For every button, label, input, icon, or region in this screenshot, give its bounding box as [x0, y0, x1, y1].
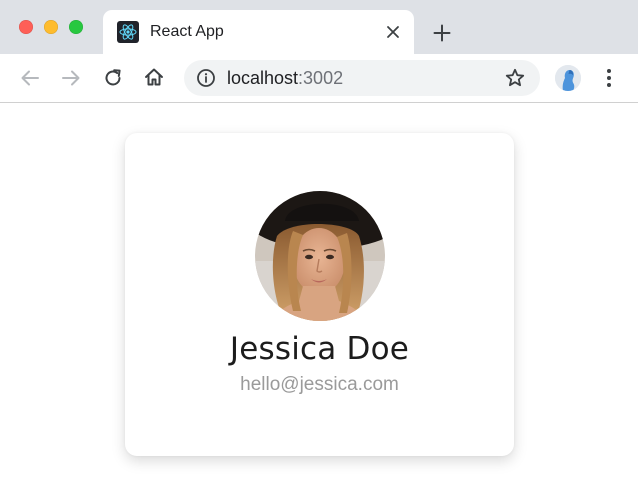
forward-arrow-icon[interactable]: [60, 67, 82, 89]
maximize-window-button[interactable]: [69, 20, 83, 34]
home-icon[interactable]: [143, 66, 165, 88]
site-info-icon[interactable]: [196, 68, 216, 88]
page-viewport: Jessica Doe hello@jessica.com: [0, 103, 638, 488]
reload-icon[interactable]: [102, 67, 124, 89]
avatar: [255, 191, 385, 321]
profile-name: Jessica Doe: [229, 331, 410, 367]
profile-email: hello@jessica.com: [240, 374, 399, 395]
bookmark-star-icon[interactable]: [504, 67, 526, 89]
url-text[interactable]: localhost:3002: [227, 68, 343, 89]
browser-toolbar: localhost:3002: [0, 54, 638, 103]
back-arrow-icon[interactable]: [19, 67, 41, 89]
close-window-button[interactable]: [19, 20, 33, 34]
profile-avatar-icon[interactable]: [555, 65, 581, 91]
browser-window: React App localhost:3002 Jessica Doe hel…: [0, 0, 638, 488]
new-tab-plus-icon[interactable]: [433, 24, 451, 42]
tab-strip: React App: [0, 0, 638, 54]
tab-title: React App: [150, 23, 224, 40]
minimize-window-button[interactable]: [44, 20, 58, 34]
url-port: :3002: [298, 68, 344, 88]
browser-tab[interactable]: React App: [103, 10, 414, 54]
address-bar[interactable]: localhost:3002: [184, 60, 540, 96]
more-menu-icon[interactable]: [600, 67, 618, 89]
url-host: localhost: [227, 68, 299, 88]
close-tab-icon[interactable]: [385, 24, 401, 40]
react-logo-icon: [117, 21, 139, 43]
profile-card: Jessica Doe hello@jessica.com: [125, 133, 514, 456]
